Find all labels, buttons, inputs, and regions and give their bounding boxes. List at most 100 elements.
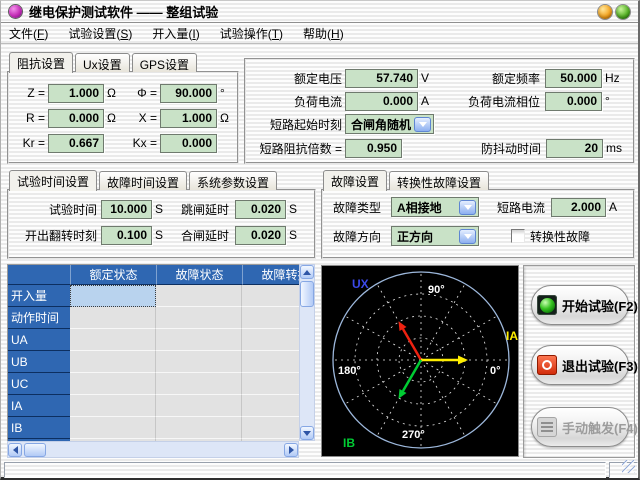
- table-row: IA: [8, 395, 299, 417]
- flip-time-label: 开出翻转时刻: [11, 227, 97, 244]
- vector-green: [399, 360, 422, 399]
- window-title: 继电保护测试软件 —— 整组试验: [29, 2, 218, 21]
- load-current-phase-label: 负荷电流相位: [441, 93, 540, 110]
- z-input[interactable]: 1.000: [48, 84, 104, 103]
- scroll-down-icon[interactable]: [300, 426, 314, 440]
- fault-tab-group: 故障设置 转换性故障设置 故障类型 A相接地 短路电流 2.000 A 故障方向…: [321, 169, 635, 259]
- phi-input[interactable]: 90.000: [160, 84, 217, 103]
- label-ux: UX: [352, 277, 369, 291]
- fault-type-select[interactable]: A相接地: [391, 197, 479, 217]
- tab-impedance-settings[interactable]: 阻抗设置: [9, 52, 73, 73]
- table-row: 动作时间: [8, 307, 299, 329]
- debounce-time-unit: ms: [606, 141, 622, 155]
- fault-type-label: 故障类型: [333, 199, 381, 216]
- dropdown-arrow-icon[interactable]: [414, 117, 431, 132]
- table-row: UC: [8, 373, 299, 395]
- manual-trigger-button[interactable]: 手动触发(F4): [531, 407, 629, 447]
- action-button-panel: 开始试验(F2) 退出试验(F3) 手动触发(F4): [523, 265, 635, 458]
- short-circuit-start-select[interactable]: 合闸角随机: [345, 114, 434, 134]
- flip-time-unit: S: [155, 228, 167, 242]
- scroll-right-icon[interactable]: [284, 443, 298, 457]
- x-input[interactable]: 1.000: [160, 109, 217, 128]
- col-header-rated-state: 额定状态: [70, 265, 156, 285]
- dropdown-arrow-icon[interactable]: [459, 200, 476, 215]
- tab-test-time-settings[interactable]: 试验时间设置: [9, 170, 97, 191]
- table-row: UA: [8, 329, 299, 351]
- exit-test-icon: [537, 355, 557, 375]
- load-current-unit: A: [421, 94, 441, 108]
- kx-label: Kx =: [121, 136, 157, 150]
- minimize-button[interactable]: [598, 5, 612, 19]
- table-row: 开入量: [8, 285, 299, 307]
- start-test-button[interactable]: 开始试验(F2): [531, 285, 629, 325]
- menu-binary-input[interactable]: 开入量(I): [152, 25, 199, 42]
- fault-direction-label: 故障方向: [333, 228, 381, 245]
- rated-voltage-label: 额定电压: [248, 70, 342, 87]
- vertical-scrollbar[interactable]: [299, 264, 315, 441]
- close-delay-unit: S: [289, 228, 297, 242]
- exit-test-button[interactable]: 退出试验(F3): [531, 345, 629, 385]
- source-params-panel: 额定电压 57.740 V 额定频率 50.000 Hz 负荷电流 0.000 …: [244, 58, 635, 164]
- scroll-up-icon[interactable]: [300, 265, 314, 279]
- app-icon: [9, 5, 22, 18]
- test-time-unit: S: [155, 202, 167, 216]
- close-delay-label: 合闸延时: [167, 227, 229, 244]
- dropdown-arrow-icon[interactable]: [459, 229, 476, 244]
- table-corner-cell: [8, 265, 70, 285]
- label-ib: IB: [343, 436, 355, 450]
- menu-help[interactable]: 帮助(H): [303, 25, 344, 42]
- rated-voltage-input[interactable]: 57.740: [345, 69, 418, 88]
- vertical-scroll-thumb[interactable]: [300, 281, 314, 307]
- menu-test-settings[interactable]: 试验设置(S): [68, 25, 132, 42]
- kx-input[interactable]: 0.000: [160, 134, 217, 153]
- menu-file[interactable]: 文件(F): [9, 25, 48, 42]
- result-grid: 额定状态 故障状态 故障转换 开入量 动作时间 UA UB UC IA IB I…: [7, 264, 299, 441]
- close-delay-input[interactable]: 0.020: [235, 226, 286, 245]
- short-current-input[interactable]: 2.000: [551, 198, 606, 217]
- trip-delay-input[interactable]: 0.020: [235, 200, 286, 219]
- phi-label: Φ =: [121, 86, 157, 100]
- phasor-svg: UX 90° 180° 0° IA 270° IB: [322, 266, 518, 456]
- fault-direction-select[interactable]: 正方向: [391, 226, 479, 246]
- label-180deg: 180°: [338, 365, 361, 377]
- phi-unit: °: [220, 86, 225, 100]
- tab-convertible-fault-settings[interactable]: 转换性故障设置: [389, 171, 489, 190]
- tab-fault-settings[interactable]: 故障设置: [323, 170, 387, 191]
- test-time-input[interactable]: 10.000: [101, 200, 152, 219]
- manual-trigger-icon: [537, 417, 557, 437]
- r-label: R =: [11, 111, 45, 125]
- debounce-time-label: 防抖动时间: [402, 140, 541, 157]
- rated-frequency-input[interactable]: 50.000: [545, 69, 602, 88]
- scroll-left-icon[interactable]: [8, 443, 22, 457]
- r-unit: Ω: [107, 111, 121, 125]
- tab-system-param-settings[interactable]: 系统参数设置: [189, 171, 277, 190]
- rated-frequency-label: 额定频率: [441, 70, 540, 87]
- menu-test-operation[interactable]: 试验操作(T): [220, 25, 283, 42]
- col-header-fault-state: 故障状态: [156, 265, 242, 285]
- label-ia: IA: [506, 329, 518, 343]
- resize-grip[interactable]: [622, 460, 635, 473]
- kr-input[interactable]: 0.667: [48, 134, 104, 153]
- table-row: UB: [8, 351, 299, 373]
- short-current-label: 短路电流: [479, 199, 545, 216]
- r-input[interactable]: 0.000: [48, 109, 104, 128]
- label-270deg: 270°: [402, 429, 425, 441]
- table-row: IB: [8, 417, 299, 439]
- convertible-fault-label: 转换性故障: [530, 228, 590, 245]
- horizontal-scroll-thumb[interactable]: [24, 443, 46, 457]
- flip-time-input[interactable]: 0.100: [101, 226, 152, 245]
- status-bar-left: [4, 462, 606, 478]
- debounce-time-input[interactable]: 20: [546, 139, 603, 158]
- impedance-multiple-input[interactable]: 0.950: [345, 139, 402, 158]
- selected-cell[interactable]: [70, 285, 156, 307]
- tab-gps-settings[interactable]: GPS设置: [132, 53, 197, 72]
- close-button[interactable]: [616, 5, 630, 19]
- col-header-fault-transfer: 故障转换: [242, 265, 299, 285]
- z-unit: Ω: [107, 86, 121, 100]
- tab-ux-settings[interactable]: Ux设置: [75, 53, 130, 72]
- load-current-phase-input[interactable]: 0.000: [545, 92, 602, 111]
- convertible-fault-checkbox[interactable]: [511, 229, 525, 243]
- load-current-input[interactable]: 0.000: [345, 92, 418, 111]
- tab-fault-time-settings[interactable]: 故障时间设置: [99, 171, 187, 190]
- horizontal-scrollbar[interactable]: [7, 441, 299, 458]
